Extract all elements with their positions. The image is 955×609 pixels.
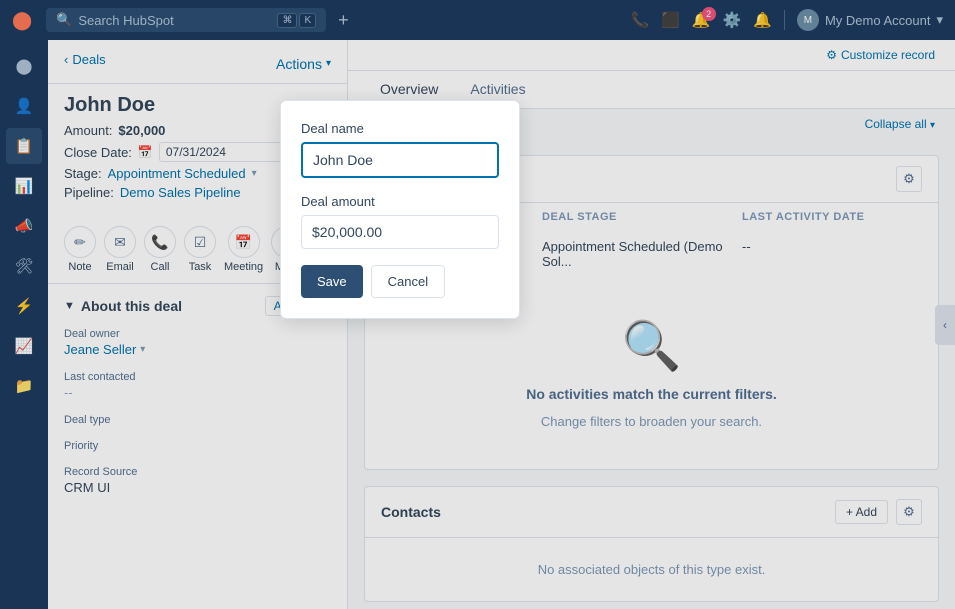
deal-amount-modal-input[interactable] <box>301 215 499 249</box>
modal-overlay[interactable]: Deal name Deal amount Save Cancel <box>0 0 955 609</box>
deal-name-modal-input[interactable] <box>301 142 499 178</box>
deal-name-field: Deal name <box>301 121 499 178</box>
deal-amount-field: Deal amount <box>301 194 499 249</box>
modal-cancel-button[interactable]: Cancel <box>371 265 445 298</box>
deal-amount-modal-label: Deal amount <box>301 194 499 209</box>
deal-name-modal-label: Deal name <box>301 121 499 136</box>
modal-save-button[interactable]: Save <box>301 265 363 298</box>
modal-buttons: Save Cancel <box>301 265 499 298</box>
edit-deal-modal: Deal name Deal amount Save Cancel <box>280 100 520 319</box>
